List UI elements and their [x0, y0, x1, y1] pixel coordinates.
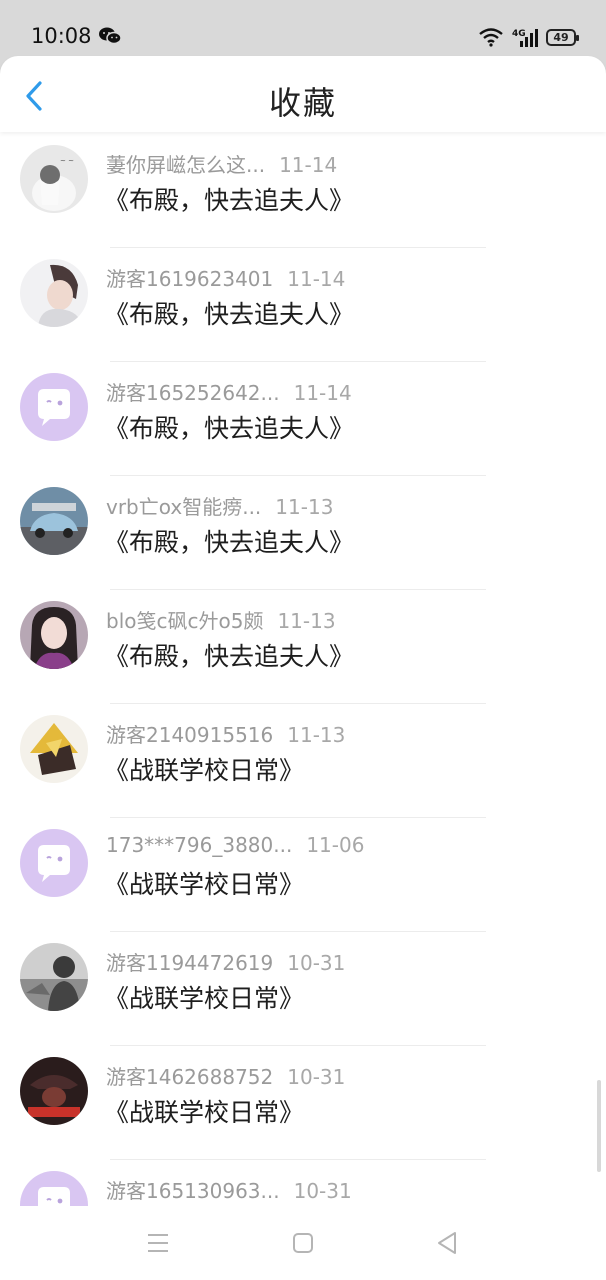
avatar: [20, 373, 88, 441]
item-meta: 173***796_3880... 11-06: [106, 833, 364, 857]
avatar: [20, 829, 88, 897]
item-date: 11-14: [279, 153, 338, 177]
user-name: 173***796_3880...: [106, 833, 293, 857]
list-item[interactable]: 游客1194472619 10-31 《战联学校日常》: [0, 932, 606, 1046]
list-item[interactable]: 游客165252642... 11-14 《布殿，快去追夫人》: [0, 362, 606, 476]
avatar: [20, 1057, 88, 1125]
item-date: 10-31: [293, 1179, 352, 1203]
item-meta: 游客165252642... 11-14: [106, 377, 352, 406]
avatar: ~ ~: [20, 145, 88, 213]
book-title: 《布殿，快去追夫人》: [104, 186, 355, 215]
user-name: 游客165130963...: [106, 1179, 280, 1203]
home-square-icon[interactable]: [292, 1232, 314, 1254]
user-name: 游客1194472619: [106, 951, 274, 975]
user-name: 游客1462688752: [106, 1065, 274, 1089]
list-item[interactable]: 游客1462688752 10-31 《战联学校日常》: [0, 1046, 606, 1160]
list-item[interactable]: vrb亡ox智能痨... 11-13 《布殿，快去追夫人》: [0, 476, 606, 590]
page-title: 收藏: [268, 84, 337, 122]
item-meta: 游客165130963... 10-31: [106, 1175, 352, 1204]
favorites-list: ~ ~ 萋你屏嵫怎么这... 11-14 《布殿，快去追夫人》 游客1619623…: [0, 134, 606, 1206]
header: 收藏: [0, 56, 606, 132]
battery-icon: 49: [546, 28, 579, 46]
menu-icon[interactable]: [146, 1232, 170, 1254]
svg-text:4G: 4G: [512, 29, 526, 39]
avatar: [20, 487, 88, 555]
book-title: 《布殿，快去追夫人》: [104, 528, 355, 557]
item-date: 11-13: [287, 723, 346, 747]
book-title: 《战联学校日常》: [104, 984, 305, 1013]
book-title: 《战联学校日常》: [104, 1098, 305, 1127]
user-name: 游客165252642...: [106, 381, 280, 405]
book-title: 《布殿，快去追夫人》: [104, 642, 355, 671]
item-meta: 游客1462688752 10-31: [106, 1061, 345, 1090]
svg-text:~ ~: ~ ~: [60, 157, 74, 165]
user-name: blo笺c砜c㚈o5颇: [106, 609, 264, 633]
list-item[interactable]: 游客165130963... 10-31: [0, 1160, 606, 1206]
signal-4g-icon: 4G: [512, 29, 538, 47]
book-title: 《布殿，快去追夫人》: [104, 414, 355, 443]
avatar: [20, 1171, 88, 1206]
user-name: vrb亡ox智能痨...: [106, 495, 262, 519]
system-nav-bar: [0, 1206, 606, 1280]
item-date: 11-14: [293, 381, 352, 405]
user-name: 游客2140915516: [106, 723, 274, 747]
item-meta: 游客1194472619 10-31: [106, 947, 345, 976]
status-time: 10:08: [31, 24, 92, 48]
user-name: 游客1619623401: [106, 267, 274, 291]
book-title: 《布殿，快去追夫人》: [104, 300, 355, 329]
list-item[interactable]: ~ ~ 萋你屏嵫怎么这... 11-14 《布殿，快去追夫人》: [0, 134, 606, 248]
item-date: 11-13: [277, 609, 336, 633]
item-meta: 游客1619623401 11-14: [106, 263, 345, 292]
scrollbar[interactable]: [597, 1080, 601, 1172]
list-item[interactable]: 173***796_3880... 11-06 《战联学校日常》: [0, 818, 606, 932]
wifi-icon: [479, 28, 503, 47]
avatar: [20, 943, 88, 1011]
book-title: 《战联学校日常》: [104, 870, 305, 899]
item-meta: 游客2140915516 11-13: [106, 719, 345, 748]
item-meta: 萋你屏嵫怎么这... 11-14: [106, 149, 337, 178]
list-item[interactable]: blo笺c砜c㚈o5颇 11-13 《布殿，快去追夫人》: [0, 590, 606, 704]
item-date: 11-06: [306, 833, 365, 857]
item-date: 10-31: [287, 1065, 346, 1089]
list-item[interactable]: 游客1619623401 11-14 《布殿，快去追夫人》: [0, 248, 606, 362]
book-title: 《战联学校日常》: [104, 756, 305, 785]
item-meta: vrb亡ox智能痨... 11-13: [106, 491, 333, 520]
wechat-icon: [99, 27, 122, 45]
list-item[interactable]: 游客2140915516 11-13 《战联学校日常》: [0, 704, 606, 818]
avatar: [20, 259, 88, 327]
item-date: 10-31: [287, 951, 346, 975]
item-date: 11-14: [287, 267, 346, 291]
item-meta: blo笺c砜c㚈o5颇 11-13: [106, 605, 336, 634]
back-triangle-icon[interactable]: [434, 1230, 460, 1256]
avatar: [20, 715, 88, 783]
item-date: 11-13: [275, 495, 334, 519]
user-name: 萋你屏嵫怎么这...: [106, 153, 266, 177]
avatar: [20, 601, 88, 669]
